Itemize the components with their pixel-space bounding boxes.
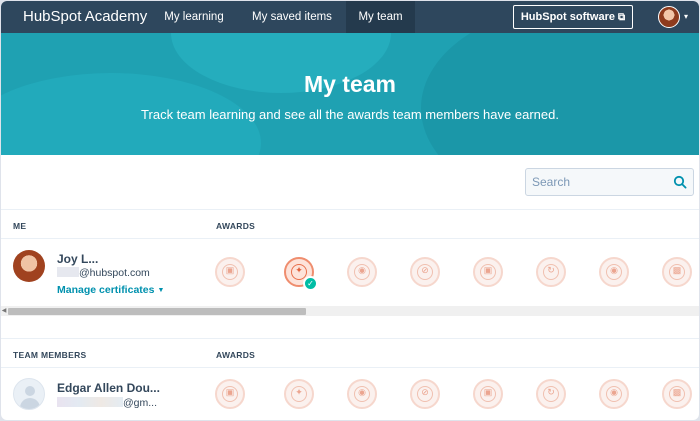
redacted-text	[57, 267, 79, 277]
award-badge[interactable]: ▣	[215, 379, 245, 409]
page-title: My team	[303, 71, 397, 97]
email-domain: @gm...	[123, 397, 157, 409]
team-members-column-label: TEAM MEMBERS	[13, 350, 87, 360]
badge-icon: ◉	[610, 265, 618, 275]
award-badge[interactable]: ◉	[347, 379, 377, 409]
badge-icon: ↻	[547, 265, 555, 275]
badge-icon: ▣	[483, 387, 493, 397]
search-box	[525, 168, 694, 196]
check-icon: ✓	[303, 276, 318, 291]
award-badge[interactable]: ◉	[347, 257, 377, 287]
tab-my-saved-items[interactable]: My saved items	[245, 1, 339, 33]
top-nav: HubSpot Academy My learning My saved ite…	[1, 1, 699, 33]
badge-icon: ▣	[225, 265, 235, 275]
award-badge[interactable]: ◉	[599, 257, 629, 287]
redacted-text	[57, 397, 123, 407]
award-badge[interactable]: ⊘	[410, 257, 440, 287]
avatar-body	[20, 398, 40, 409]
hubspot-software-label: HubSpot software	[520, 11, 615, 23]
award-badge[interactable]: ▣	[473, 379, 503, 409]
badge-icon: ✦	[295, 265, 303, 275]
badge-icon: ✦	[295, 387, 303, 397]
award-badge[interactable]: ↻	[536, 257, 566, 287]
scroll-left-icon[interactable]: ◀	[1, 306, 7, 316]
me-section-header: ME AWARDS	[1, 209, 699, 239]
award-badge[interactable]: ▣	[473, 257, 503, 287]
hubspot-software-button[interactable]: HubSpot software ⧉	[513, 5, 633, 29]
brand-logo[interactable]: HubSpot Academy	[23, 8, 147, 25]
team-section-header: TEAM MEMBERS AWARDS	[1, 338, 699, 368]
award-badge[interactable]: ↻	[536, 379, 566, 409]
search-input[interactable]	[532, 173, 667, 191]
awards-column-label: AWARDS	[216, 221, 256, 231]
badge-icon: ▣	[483, 265, 493, 275]
me-column-label: ME	[13, 221, 27, 231]
email-domain: @hubspot.com	[79, 267, 150, 279]
badge-icon: ◉	[358, 387, 366, 397]
chevron-down-icon[interactable]: ▾	[684, 12, 688, 21]
tab-my-team[interactable]: My team	[346, 1, 415, 33]
tab-my-learning[interactable]: My learning	[153, 1, 235, 33]
award-badge[interactable]: ✦	[284, 379, 314, 409]
search-icon[interactable]	[673, 175, 687, 189]
award-badge[interactable]: ⊘	[410, 379, 440, 409]
manage-certificates-link[interactable]: Manage certificates ▼	[57, 284, 164, 296]
app-window: HubSpot Academy My learning My saved ite…	[1, 1, 699, 420]
person-name: Edgar Allen Dou...	[57, 381, 160, 395]
avatar	[13, 378, 45, 410]
award-badge[interactable]: ▩	[662, 379, 692, 409]
award-badge[interactable]: ▣	[215, 257, 245, 287]
caret-down-icon: ▼	[157, 287, 165, 294]
hero-banner: My team Track team learning and see all …	[1, 33, 699, 155]
badge-icon: ▣	[225, 387, 235, 397]
badge-icon: ⊘	[421, 387, 429, 397]
user-avatar[interactable]	[658, 6, 680, 28]
page-subtitle: Track team learning and see all the awar…	[141, 107, 559, 122]
badge-icon: ⊘	[421, 265, 429, 275]
badge-icon: ▩	[672, 387, 682, 397]
award-badge[interactable]: ◉	[599, 379, 629, 409]
badge-icon: ◉	[610, 387, 618, 397]
external-link-icon: ⧉	[617, 12, 626, 23]
award-badge[interactable]: ▩	[662, 257, 692, 287]
scroll-thumb[interactable]	[8, 308, 306, 315]
avatar-head	[25, 386, 35, 396]
badge-icon: ◉	[358, 265, 366, 275]
person-email: @gm...	[57, 397, 157, 409]
horizontal-scrollbar[interactable]: ◀	[1, 306, 699, 316]
person-email: @hubspot.com	[57, 267, 150, 279]
avatar	[13, 250, 45, 282]
manage-certificates-label: Manage certificates	[57, 284, 155, 296]
badge-icon: ↻	[547, 387, 555, 397]
person-name: Joy L...	[57, 252, 99, 266]
badge-icon: ▩	[672, 265, 682, 275]
awards-column-label: AWARDS	[216, 350, 256, 360]
